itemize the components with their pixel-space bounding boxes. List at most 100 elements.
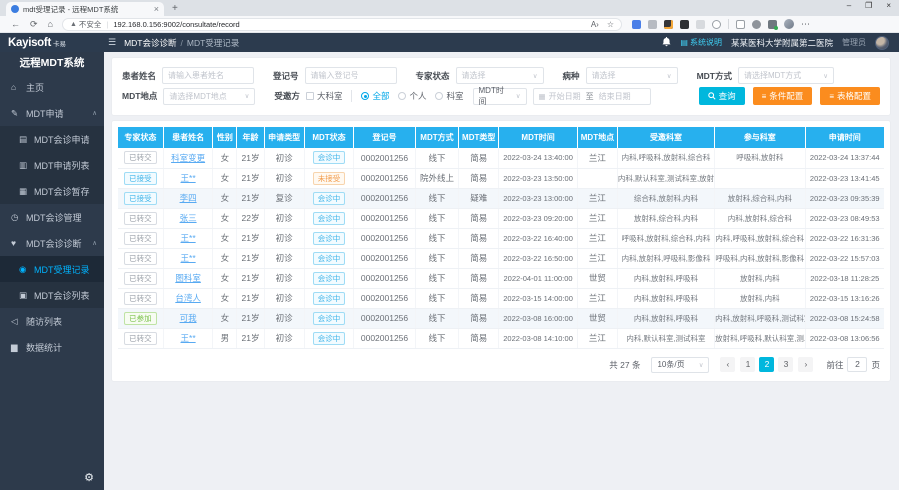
browser-profile-avatar[interactable] — [784, 19, 794, 29]
filter-label: 患者姓名 — [122, 70, 156, 82]
favorite-star-icon[interactable]: ☆ — [607, 20, 614, 29]
age-cell: 21岁 — [237, 308, 265, 328]
condition-config-button[interactable]: ≡ 条件配置 — [753, 87, 813, 105]
sidebar-item-mdt-apply[interactable]: ✎MDT申请∧ — [0, 100, 104, 126]
mdt-place-select[interactable]: 请选择MDT地点∨ — [163, 88, 255, 105]
next-page-button[interactable]: › — [798, 357, 813, 372]
notification-bell-icon[interactable] — [662, 34, 671, 52]
extension-icon[interactable] — [696, 20, 705, 29]
patient-name-link[interactable]: 张三 — [180, 213, 197, 223]
browser-tools-icon[interactable] — [752, 20, 761, 29]
date-range-input[interactable]: ▦ 开始日期 至 结束日期 — [533, 88, 651, 105]
mdt-place-cell — [578, 168, 618, 188]
settings-gear-icon[interactable]: ⚙ — [84, 471, 94, 484]
mdt-type-cell: 简易 — [459, 208, 499, 228]
gender-cell: 女 — [213, 148, 237, 168]
extension-icon[interactable] — [680, 20, 689, 29]
extension-icon[interactable] — [664, 20, 673, 29]
joined-depts-cell — [715, 168, 805, 188]
mdt-mode-cell: 线下 — [415, 248, 459, 268]
user-avatar[interactable] — [875, 36, 889, 50]
expert-status-cell: 已转交 — [118, 228, 163, 248]
read-aloud-icon[interactable]: A› — [591, 20, 599, 29]
mdt-place-cell: 世贸 — [578, 268, 618, 288]
age-cell: 21岁 — [237, 168, 265, 188]
search-button[interactable]: 查询 — [699, 87, 745, 105]
extension-icon[interactable] — [648, 20, 657, 29]
patient-name-link[interactable]: 王** — [181, 233, 196, 243]
browser-tab[interactable]: mdt受理记录 - 远程MDT系统 × — [6, 2, 164, 16]
sidebar-item-home[interactable]: ⌂主页 — [0, 74, 104, 100]
patient-name-link[interactable]: 台湾人 — [175, 293, 201, 303]
window-minimize-button[interactable]: – — [847, 1, 851, 10]
refresh-button[interactable]: ⟳ — [30, 19, 38, 30]
page-button-1[interactable]: 1 — [740, 357, 755, 372]
mdt-status-badge: 未接受 — [313, 172, 346, 185]
window-restore-button[interactable]: ❐ — [865, 1, 872, 10]
back-button[interactable]: ← — [11, 19, 20, 29]
radio-icon — [398, 92, 406, 100]
sidebar-item-mdt-consult-manage[interactable]: ◷MDT会诊管理 — [0, 204, 104, 230]
tab-close-icon[interactable]: × — [154, 4, 159, 14]
sidebar-item-mdt-consult-diagnosis[interactable]: ♥MDT会诊诊断∧ — [0, 230, 104, 256]
radio-department[interactable]: 科室 — [435, 90, 463, 102]
reg-no-input[interactable]: 请输入登记号 — [305, 67, 397, 84]
sync-status-icon[interactable] — [768, 20, 777, 29]
patient-name-link[interactable]: 王** — [181, 253, 196, 263]
url-bar[interactable]: ▲ 不安全 | 192.168.0.156:9002/consultate/re… — [62, 18, 622, 31]
expert-status-cell: 已转交 — [118, 268, 163, 288]
mdt-time-cell: 2022-03-22 16:50:00 — [499, 248, 578, 268]
sidebar-item-mdt-apply-list[interactable]: ▥MDT申请列表 — [0, 152, 104, 178]
patient-name-cell: 图科室 — [163, 268, 213, 288]
sidebar-item-mdt-consult-list[interactable]: ▣MDT会诊列表 — [0, 282, 104, 308]
patient-name-link[interactable]: 李四 — [180, 193, 197, 203]
expert-status-select[interactable]: 请选择∨ — [456, 67, 544, 84]
time-field-select[interactable]: MDT时间∨ — [473, 88, 527, 105]
sidebar-collapse-icon[interactable]: ☰ — [108, 37, 116, 48]
sidebar-item-mdt-accept-records[interactable]: ◉MDT受理记录 — [0, 256, 104, 282]
gender-cell: 女 — [213, 208, 237, 228]
new-tab-button[interactable]: + — [172, 2, 178, 16]
system-help-link[interactable]: ▤ 系统说明 — [680, 37, 722, 48]
sidebar-item-followup-list[interactable]: ◁随访列表 — [0, 308, 104, 334]
radio-personal[interactable]: 个人 — [398, 90, 426, 102]
home-button[interactable]: ⌂ — [48, 19, 53, 29]
hospital-name: 某某医科大学附属第二医院 — [731, 37, 833, 49]
joined-depts-cell: 放射科,内科 — [715, 268, 805, 288]
prev-page-button[interactable]: ‹ — [720, 357, 735, 372]
patient-name-link[interactable]: 科室变更 — [171, 153, 205, 163]
patient-name-link[interactable]: 可我 — [180, 313, 197, 323]
mdt-status-badge: 会诊中 — [313, 272, 346, 285]
patient-name-input[interactable]: 请输入患者姓名 — [162, 67, 254, 84]
window-close-button[interactable]: × — [886, 1, 891, 10]
sidebar-item-label: 随访列表 — [26, 315, 62, 328]
table-config-button[interactable]: ≡ 表格配置 — [820, 87, 880, 105]
radio-all[interactable]: 全部 — [361, 90, 389, 102]
browser-menu-icon[interactable]: ⋯ — [801, 19, 811, 30]
page-button-3[interactable]: 3 — [778, 357, 793, 372]
patient-name-link[interactable]: 王** — [181, 333, 196, 343]
patient-name-link[interactable]: 图科室 — [175, 273, 201, 283]
mdt-mode-select[interactable]: 请选择MDT方式∨ — [738, 67, 834, 84]
sidebar-item-mdt-consult-apply[interactable]: ▤MDT会诊申请 — [0, 126, 104, 152]
apply-time-cell: 2022-03-15 13:16:26 — [805, 288, 884, 308]
sidebar-item-mdt-consult-draft[interactable]: ▦MDT会诊暂存 — [0, 178, 104, 204]
page-jump-input[interactable]: 2 — [847, 357, 867, 372]
disease-select[interactable]: 请选择∨ — [586, 67, 678, 84]
extension-icon[interactable] — [632, 20, 641, 29]
split-screen-icon[interactable] — [736, 20, 745, 29]
patient-name-link[interactable]: 王** — [181, 173, 196, 183]
age-cell: 21岁 — [237, 328, 265, 348]
sidebar-item-data-statistics[interactable]: ▆数据统计 — [0, 334, 104, 360]
extension-icon[interactable] — [712, 20, 721, 29]
reg-no-cell: 0002001256 — [354, 168, 415, 188]
big-dept-checkbox[interactable]: 大科室 — [306, 90, 343, 102]
mdt-mode-cell: 线下 — [415, 148, 459, 168]
mdt-place-cell: 兰江 — [578, 248, 618, 268]
expert-status-cell: 已转交 — [118, 328, 163, 348]
reg-no-cell: 0002001256 — [354, 148, 415, 168]
patient-name-cell: 可我 — [163, 308, 213, 328]
page-size-select[interactable]: 10条/页∨ — [651, 357, 709, 373]
page-button-2[interactable]: 2 — [759, 357, 774, 372]
mdt-place-cell: 兰江 — [578, 328, 618, 348]
